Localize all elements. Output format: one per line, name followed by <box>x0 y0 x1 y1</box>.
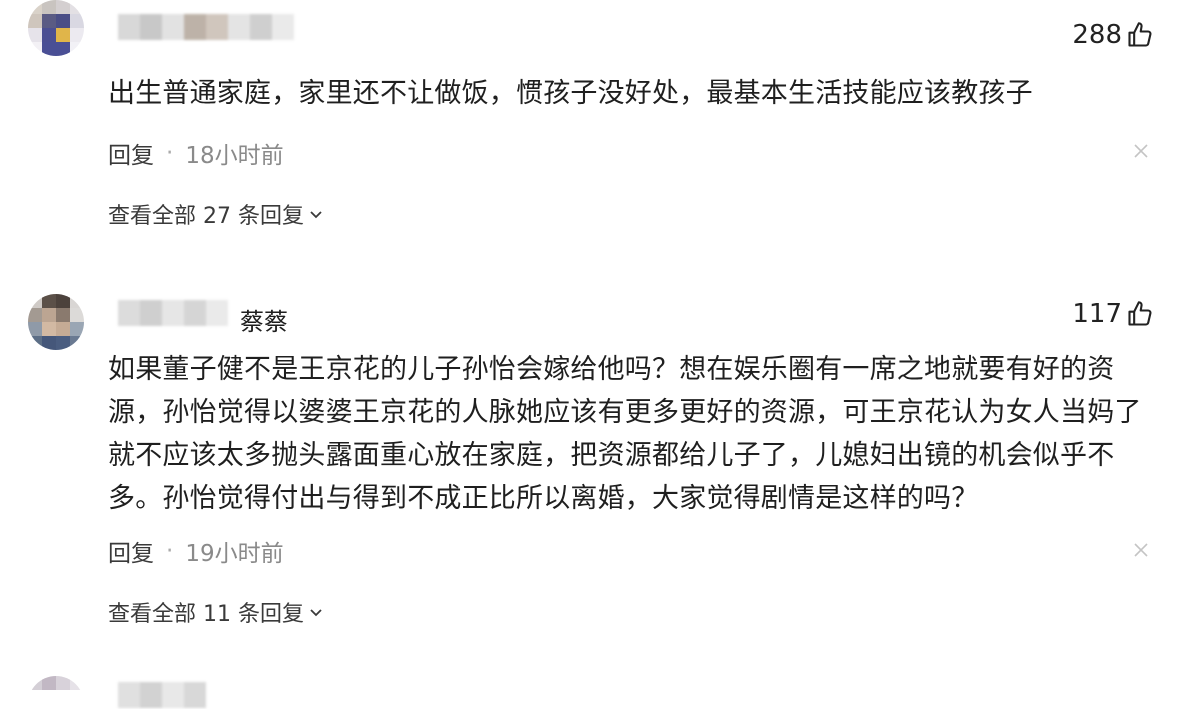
view-all-replies-label: 查看全部 27 条回复 <box>108 204 304 229</box>
close-button[interactable] <box>1132 142 1150 160</box>
chevron-down-icon <box>310 609 322 617</box>
timestamp: 19小时前 <box>185 541 284 567</box>
comment-list: 288 出生普通家庭，家里还不让做饭，惯孩子没好处，最基本生活技能应该教孩子 回… <box>0 0 1200 709</box>
avatar[interactable] <box>28 0 84 56</box>
username-redacted[interactable] <box>118 682 206 708</box>
like-button[interactable]: 288 <box>1072 20 1154 50</box>
chevron-down-icon <box>310 211 322 219</box>
reply-button[interactable]: 回复 <box>108 534 154 568</box>
thumbs-up-icon <box>1128 22 1152 47</box>
comment-text: 出生普通家庭，家里还不让做饭，惯孩子没好处，最基本生活技能应该教孩子 <box>108 78 1033 109</box>
like-count: 288 <box>1072 20 1122 50</box>
view-all-replies-button[interactable]: 查看全部 27 条回复 <box>108 198 324 230</box>
close-icon <box>1134 144 1148 158</box>
avatar[interactable] <box>28 294 84 350</box>
username-redacted[interactable] <box>118 300 228 326</box>
username[interactable]: 蔡蔡 <box>240 302 288 337</box>
comment-meta: 回复 · 19小时前 <box>108 534 284 568</box>
like-button[interactable]: 117 <box>1072 299 1154 329</box>
like-count: 117 <box>1072 299 1122 329</box>
separator-dot: · <box>166 140 174 166</box>
comment-meta: 回复 · 18小时前 <box>108 136 284 170</box>
reply-button[interactable]: 回复 <box>108 136 154 170</box>
view-all-replies-label: 查看全部 11 条回复 <box>108 602 304 627</box>
close-icon <box>1134 543 1148 557</box>
close-button[interactable] <box>1132 541 1150 559</box>
avatar[interactable] <box>28 676 84 709</box>
view-all-replies-button[interactable]: 查看全部 11 条回复 <box>108 596 324 628</box>
comment-text: 如果董子健不是王京花的儿子孙怡会嫁给他吗？想在娱乐圈有一席之地就要有好的资源，孙… <box>108 354 1142 514</box>
thumbs-up-icon <box>1128 301 1152 326</box>
username-redacted[interactable] <box>118 14 294 40</box>
timestamp: 18小时前 <box>185 143 284 169</box>
separator-dot: · <box>166 538 174 564</box>
